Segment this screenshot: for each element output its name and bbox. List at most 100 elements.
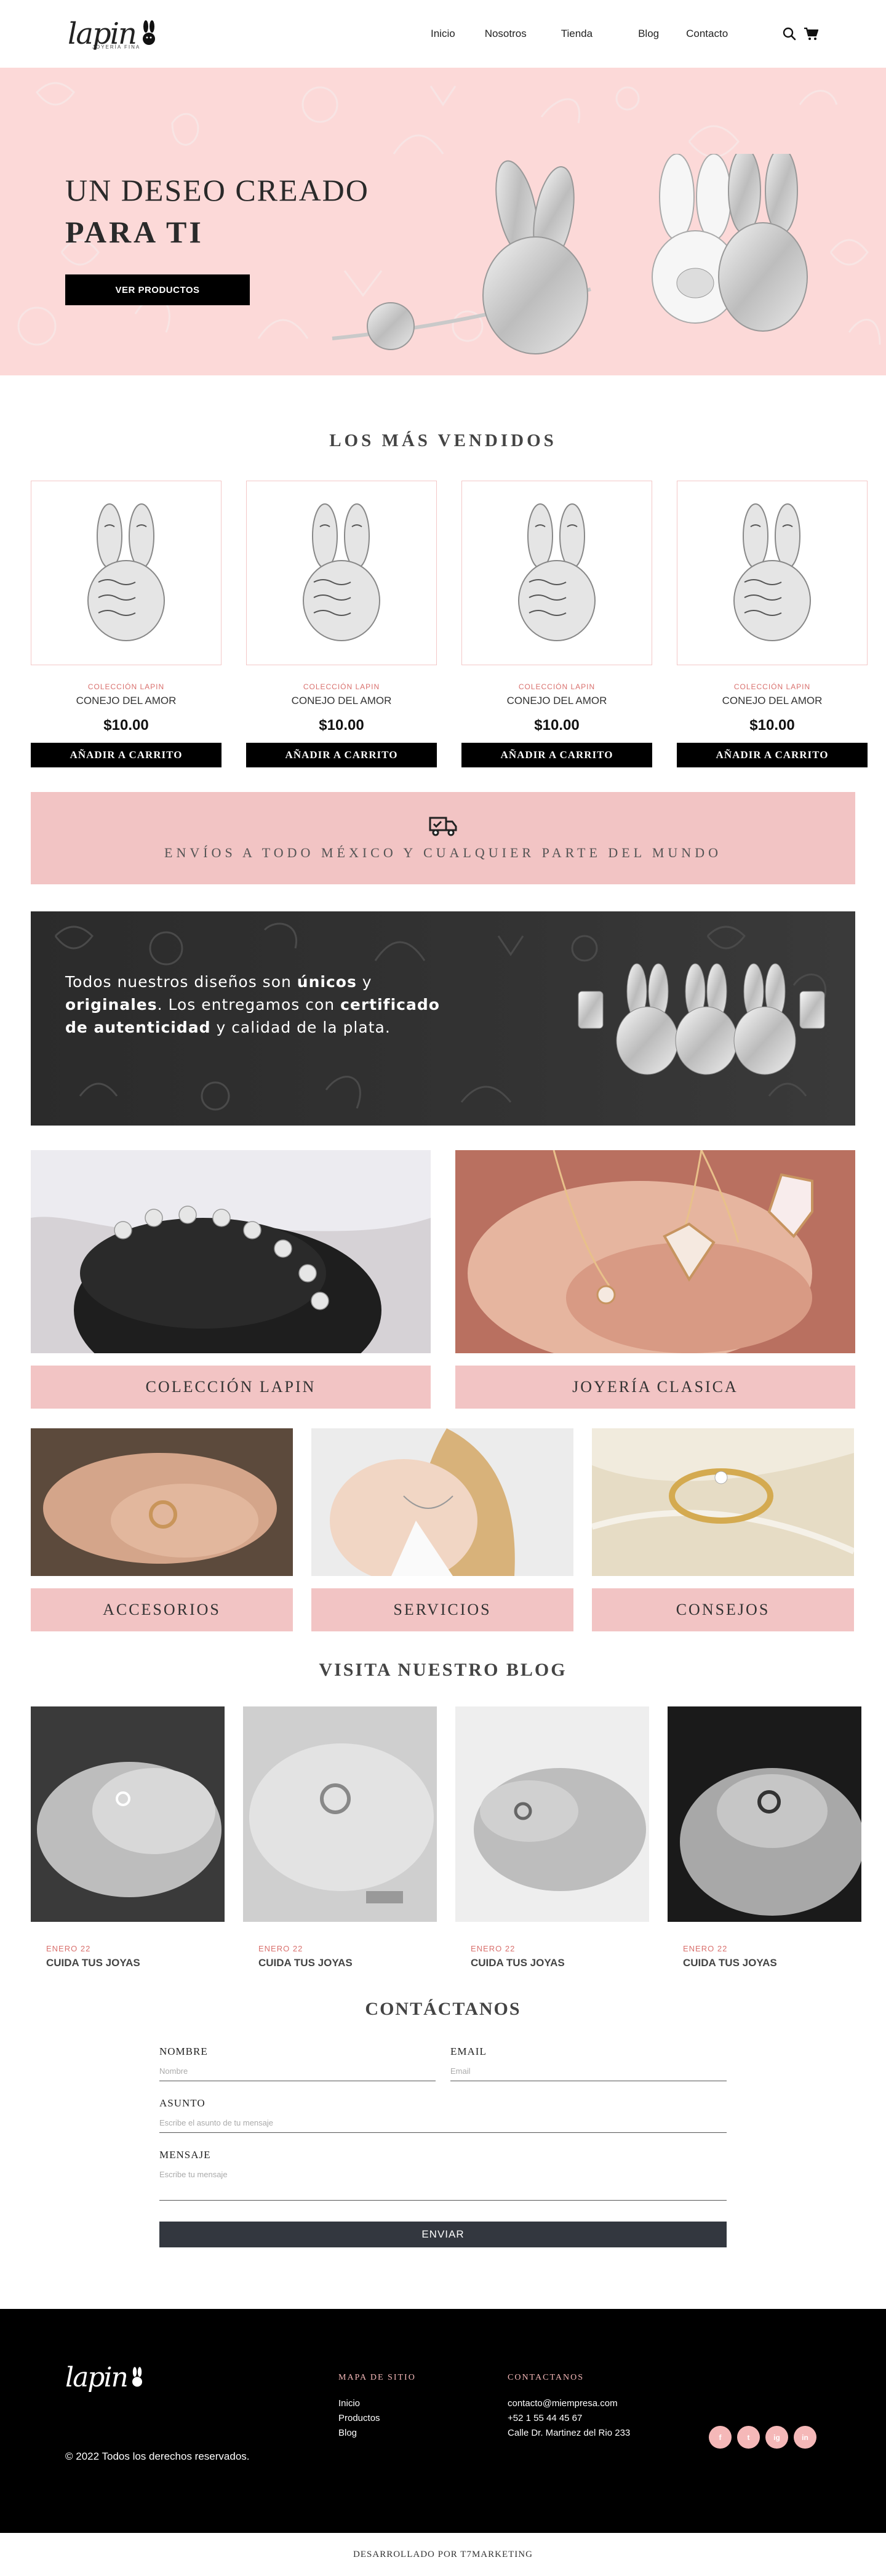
bunny-bracelet-image	[578, 963, 825, 1075]
blog-post-title[interactable]: CUIDA TUS JOYAS	[46, 1957, 225, 1969]
product-category: COLECCIÓN LAPIN	[87, 682, 165, 691]
product-name[interactable]: CONEJO DEL AMOR	[677, 695, 868, 707]
linkedin-icon[interactable]: in	[794, 2426, 816, 2449]
blog-post-title[interactable]: CUIDA TUS JOYAS	[471, 1957, 649, 1969]
email-field[interactable]	[450, 2058, 727, 2081]
search-icon[interactable]	[783, 27, 796, 41]
product-name[interactable]: CONEJO DEL AMOR	[461, 695, 652, 707]
subject-label: ASUNTO	[159, 2097, 206, 2109]
promo-highlight: originales	[65, 996, 158, 1014]
bunny-pendant-image	[303, 503, 380, 641]
sitemap-title: MAPA DE SITIO	[338, 2373, 416, 2382]
nav-item-contacto[interactable]: Contacto	[686, 28, 728, 40]
instagram-icon[interactable]: ig	[765, 2426, 788, 2449]
category-label[interactable]: CONSEJOS	[592, 1588, 854, 1631]
woman-necklace-photo[interactable]	[311, 1428, 573, 1576]
category-card-servicios[interactable]: SERVICIOS	[311, 1428, 573, 1631]
add-to-cart-button[interactable]: AÑADIR A CARRITO	[461, 743, 652, 767]
add-to-cart-button[interactable]: AÑADIR A CARRITO	[31, 743, 222, 767]
blog-post-title[interactable]: CUIDA TUS JOYAS	[258, 1957, 437, 1969]
blog-post-image[interactable]	[668, 1706, 861, 1922]
site-footer: lapin © 2022 Todos los derechos reservad…	[0, 2309, 886, 2533]
contact-title: CONTÁCTANOS	[365, 1999, 521, 2019]
necklace-photo[interactable]	[455, 1150, 855, 1353]
facebook-icon[interactable]: f	[709, 2426, 732, 2449]
category-card-joyeria-clasica[interactable]: JOYERÍA CLASICA	[455, 1150, 855, 1409]
view-products-button[interactable]: VER PRODUCTOS	[65, 274, 250, 305]
developer-credit[interactable]: DESARROLLADO POR T7MARKETING	[0, 2533, 886, 2576]
name-field[interactable]	[159, 2058, 436, 2081]
name-label: NOMBRE	[159, 2046, 208, 2057]
product-image[interactable]	[677, 481, 868, 665]
bunny-pendant-image	[518, 503, 596, 641]
footer-link-productos[interactable]: Productos	[338, 2411, 416, 2426]
blog-post-card[interactable]: ENERO 22 CUIDA TUS JOYAS	[243, 1706, 437, 1969]
category-card-accesorios[interactable]: ACCESORIOS	[31, 1428, 293, 1631]
category-label[interactable]: JOYERÍA CLASICA	[455, 1366, 855, 1409]
footer-contact-title: CONTACTANOS	[508, 2373, 584, 2382]
footer-logo-wordmark: lapin	[65, 2362, 129, 2393]
blog-post-card[interactable]: ENERO 22 CUIDA TUS JOYAS	[31, 1706, 225, 1969]
footer-link-inicio[interactable]: Inicio	[338, 2396, 416, 2411]
blog-post-image[interactable]	[455, 1706, 649, 1922]
product-card[interactable]: COLECCIÓN LAPIN CONEJO DEL AMOR $10.00 A…	[31, 481, 222, 767]
subject-field[interactable]	[159, 2110, 727, 2133]
product-category: COLECCIÓN LAPIN	[518, 682, 596, 691]
category-label[interactable]: SERVICIOS	[311, 1588, 573, 1631]
bunny-pendant-image	[87, 503, 165, 641]
nav-item-tienda[interactable]: Tienda	[561, 28, 593, 40]
product-category: COLECCIÓN LAPIN	[303, 682, 380, 691]
ring-hand-photo[interactable]	[31, 1428, 293, 1576]
bunny-logo-icon	[142, 20, 155, 45]
product-image[interactable]	[246, 481, 437, 665]
product-image[interactable]	[31, 481, 222, 665]
contact-form: NOMBRE EMAIL ASUNTO MENSAJE ENVIAR	[159, 2046, 727, 2247]
product-card[interactable]: COLECCIÓN LAPIN CONEJO DEL AMOR $10.00 A…	[246, 481, 437, 767]
message-field[interactable]	[159, 2161, 727, 2201]
blog-post-card[interactable]: ENERO 22 CUIDA TUS JOYAS	[455, 1706, 649, 1969]
message-label: MENSAJE	[159, 2149, 211, 2161]
add-to-cart-button[interactable]: AÑADIR A CARRITO	[677, 743, 868, 767]
product-price: $10.00	[534, 717, 580, 734]
gold-ring-photo[interactable]	[592, 1428, 854, 1576]
footer-logo[interactable]: lapin	[65, 2362, 145, 2393]
bracelet-photo[interactable]	[31, 1150, 431, 1353]
blog-post-date: ENERO 22	[683, 1944, 728, 1953]
blog-post-card[interactable]: ENERO 22 CUIDA TUS JOYAS	[668, 1706, 861, 1969]
email-label: EMAIL	[450, 2046, 487, 2057]
bunny-logo-icon	[132, 2366, 142, 2386]
nav-item-inicio[interactable]: Inicio	[431, 28, 455, 40]
site-logo[interactable]: lapin JOYERÍA FINA	[68, 17, 158, 51]
blog-post-date: ENERO 22	[258, 1944, 303, 1953]
product-card[interactable]: COLECCIÓN LAPIN CONEJO DEL AMOR $10.00 A…	[461, 481, 652, 767]
product-name[interactable]: CONEJO DEL AMOR	[31, 695, 222, 707]
product-category: COLECCIÓN LAPIN	[733, 682, 811, 691]
promo-text: . Los entregamos con	[157, 996, 341, 1014]
product-card[interactable]: COLECCIÓN LAPIN CONEJO DEL AMOR $10.00 A…	[677, 481, 868, 767]
category-card-coleccion-lapin[interactable]: COLECCIÓN LAPIN	[31, 1150, 431, 1409]
cart-icon[interactable]	[804, 27, 818, 41]
add-to-cart-button[interactable]: AÑADIR A CARRITO	[246, 743, 437, 767]
category-grid-small: ACCESORIOS SERVICIOS CONSEJOS	[0, 1428, 886, 1631]
nav-item-blog[interactable]: Blog	[638, 28, 659, 40]
delivery-truck-icon	[429, 817, 457, 836]
product-name[interactable]: CONEJO DEL AMOR	[246, 695, 437, 707]
promo-highlight: únicos	[297, 973, 357, 991]
header-icons	[783, 27, 818, 41]
nav-item-nosotros[interactable]: Nosotros	[485, 28, 527, 40]
social-links: f t ig in	[709, 2426, 816, 2449]
category-label[interactable]: ACCESORIOS	[31, 1588, 293, 1631]
twitter-icon[interactable]: t	[737, 2426, 760, 2449]
email-group: EMAIL	[450, 2046, 727, 2081]
blog-post-date: ENERO 22	[46, 1944, 91, 1953]
blog-post-title[interactable]: CUIDA TUS JOYAS	[683, 1957, 861, 1969]
blog-post-image[interactable]	[243, 1706, 437, 1922]
footer-email-link[interactable]: contacto@miempresa.com	[508, 2396, 630, 2411]
blog-post-image[interactable]	[31, 1706, 225, 1922]
category-label[interactable]: COLECCIÓN LAPIN	[31, 1366, 431, 1409]
category-card-consejos[interactable]: CONSEJOS	[592, 1428, 854, 1631]
hero-banner: UN DESEO CREADO PARA TI VER PRODUCTOS	[0, 68, 886, 375]
submit-button[interactable]: ENVIAR	[159, 2222, 727, 2247]
product-image[interactable]	[461, 481, 652, 665]
footer-link-blog[interactable]: Blog	[338, 2426, 416, 2441]
